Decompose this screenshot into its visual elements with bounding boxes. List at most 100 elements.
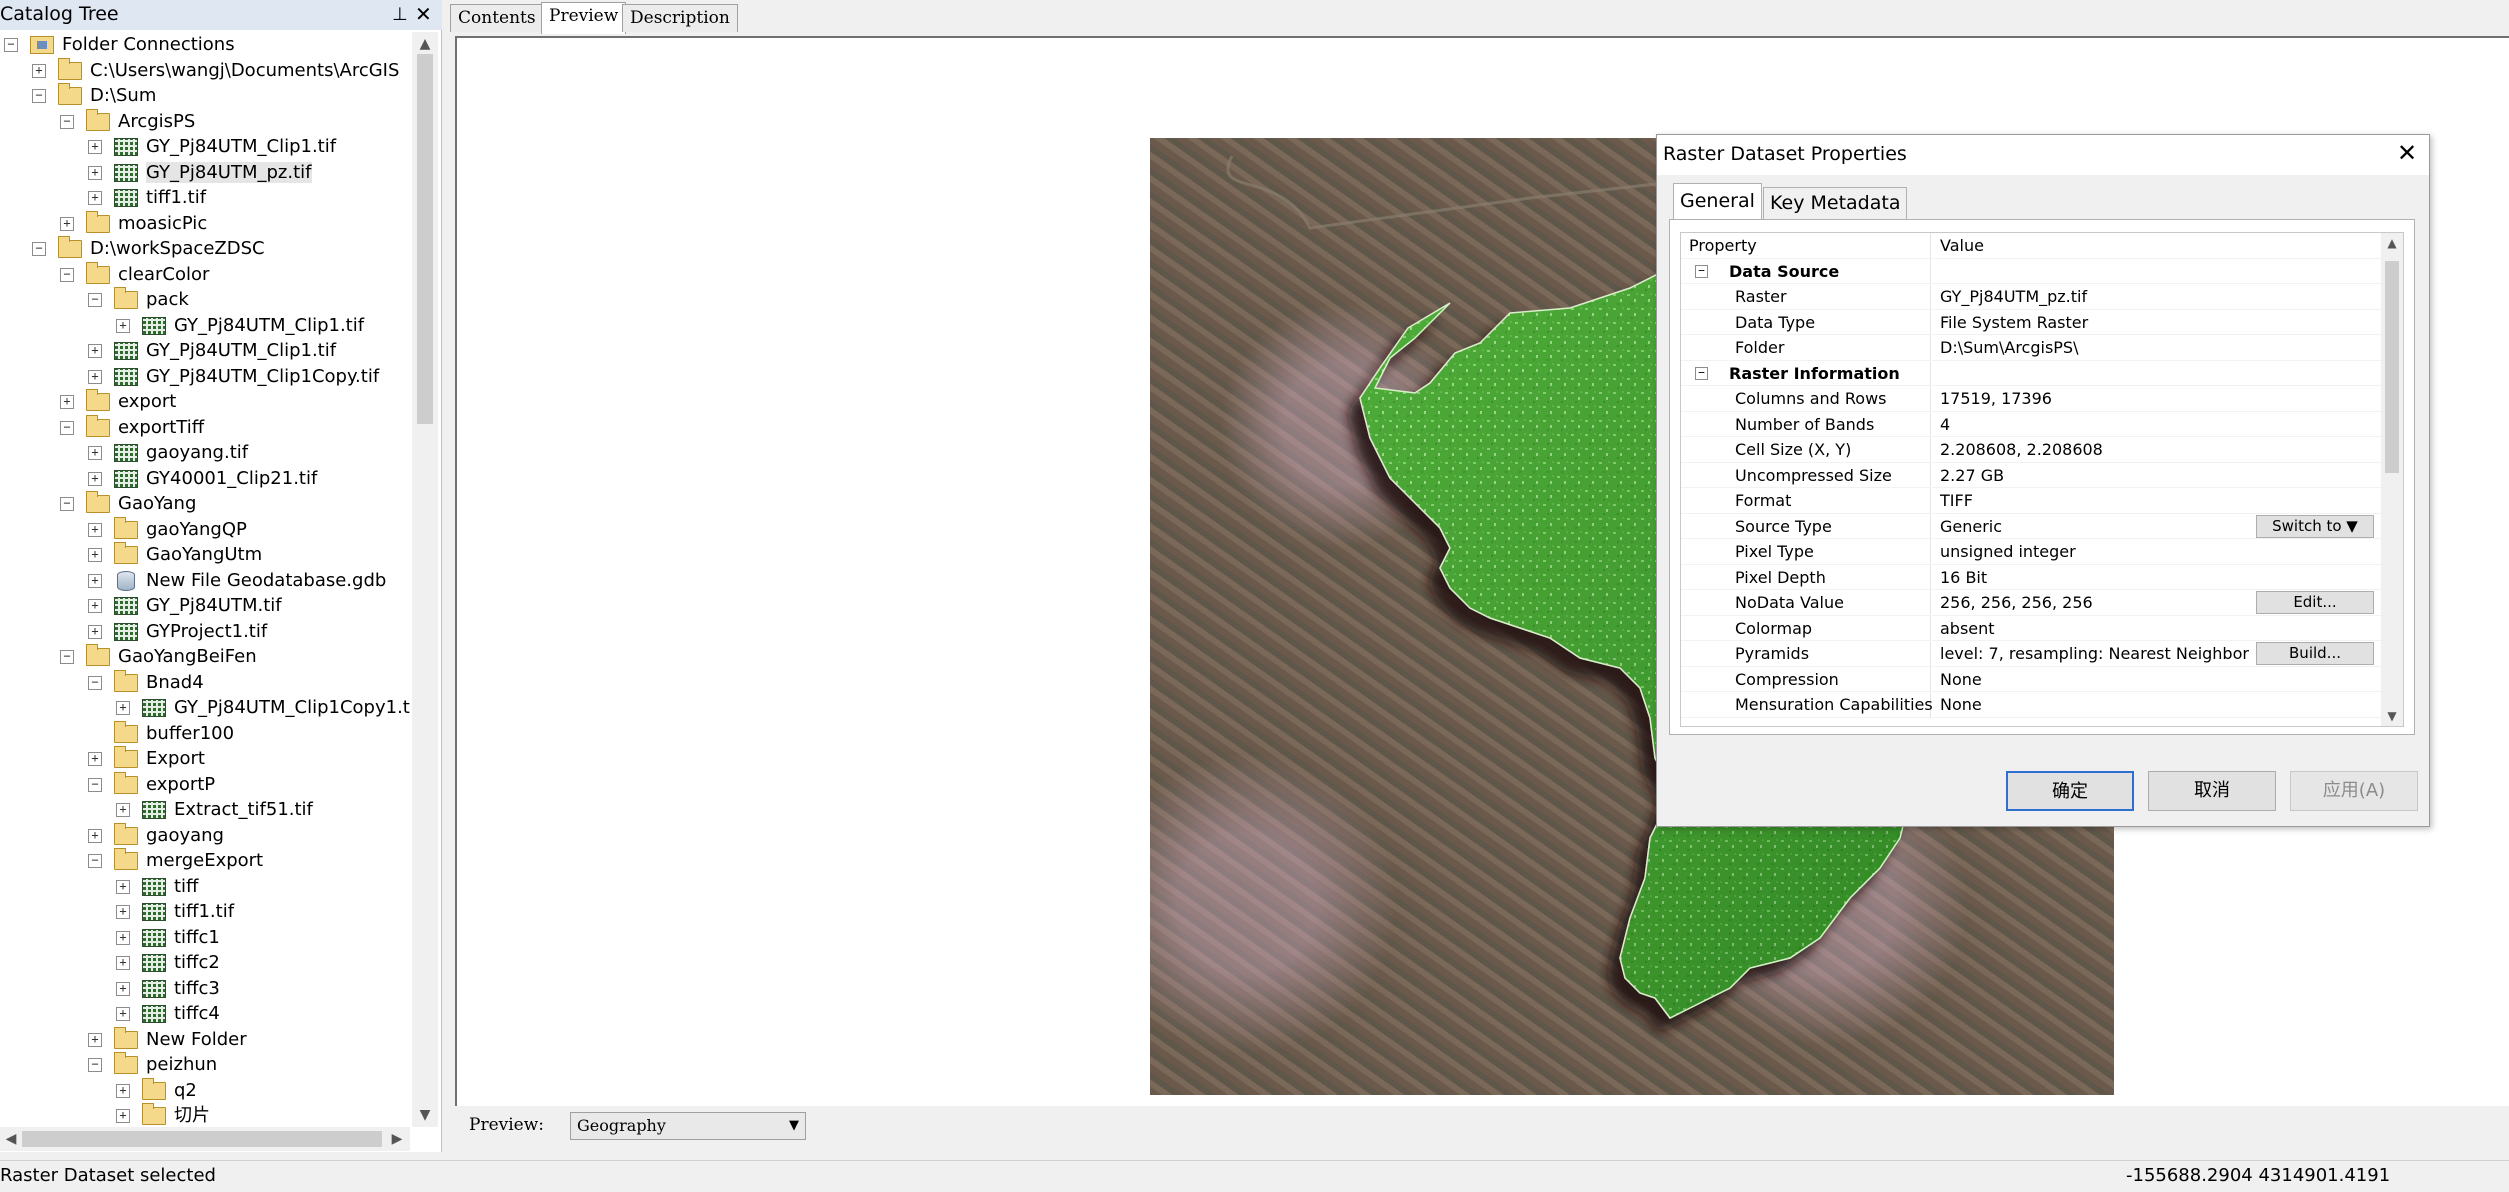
collapse-icon[interactable]: −: [88, 777, 102, 792]
tree-item[interactable]: + GaoYangUtm: [88, 542, 262, 568]
apply-button[interactable]: 应用(A): [2290, 771, 2418, 811]
expand-icon[interactable]: +: [116, 879, 130, 894]
expand-icon[interactable]: +: [88, 752, 102, 766]
grid-property-row[interactable]: Compression None: [1681, 666, 2381, 692]
tree-item[interactable]: − mergeExport: [88, 848, 263, 874]
tree-item[interactable]: − peizhun: [88, 1052, 217, 1078]
collapse-icon[interactable]: −: [88, 675, 102, 690]
tree-item[interactable]: − GaoYangBeiFen: [60, 644, 257, 670]
grid-category-row[interactable]: − Raster Information: [1681, 360, 2381, 386]
grid-property-row[interactable]: Cell Size (X, Y) 2.208608, 2.208608: [1681, 437, 2381, 463]
cancel-button[interactable]: 取消: [2148, 771, 2276, 811]
scrollbar-thumb[interactable]: [417, 54, 433, 424]
tree-item[interactable]: + GYProject1.tif: [88, 619, 267, 645]
grid-property-row[interactable]: Uncompressed Size 2.27 GB: [1681, 462, 2381, 488]
expand-icon[interactable]: +: [88, 548, 102, 562]
tree-item[interactable]: + Export: [88, 746, 205, 772]
tree-item[interactable]: − D:\Sum: [32, 83, 156, 109]
tab-contents[interactable]: Contents: [450, 4, 544, 32]
tree-item[interactable]: + tiff: [116, 874, 198, 900]
tree-item[interactable]: − Folder Connections: [4, 32, 235, 58]
grid-category-row[interactable]: − Data Source: [1681, 258, 2381, 284]
grid-property-row[interactable]: Source Type Generic Switch to ▼: [1681, 513, 2381, 539]
scroll-down-icon[interactable]: ▼: [2381, 706, 2403, 726]
collapse-icon[interactable]: −: [32, 242, 46, 256]
tab-preview[interactable]: Preview: [541, 2, 627, 34]
tree-item[interactable]: + New File Geodatabase.gdb: [88, 568, 386, 594]
tree-item[interactable]: + New Folder: [88, 1026, 247, 1053]
expand-icon[interactable]: +: [88, 446, 102, 460]
grid-property-row[interactable]: Folder D:\Sum\ArcgisPS\: [1681, 335, 2381, 361]
collapse-icon[interactable]: −: [60, 497, 74, 511]
dialog-title-bar[interactable]: Raster Dataset Properties ✕: [1657, 135, 2429, 175]
collapse-icon[interactable]: −: [60, 650, 74, 664]
collapse-icon[interactable]: −: [1695, 366, 1708, 380]
expand-icon[interactable]: +: [88, 165, 102, 180]
tree-item[interactable]: + gaoyang: [88, 822, 224, 849]
expand-icon[interactable]: +: [116, 956, 130, 970]
scroll-up-icon[interactable]: ▲: [412, 32, 438, 56]
grid-property-row[interactable]: Data Type File System Raster: [1681, 309, 2381, 335]
expand-icon[interactable]: +: [88, 140, 102, 154]
expand-icon[interactable]: +: [88, 471, 102, 486]
tree-item[interactable]: + tiff1.tif: [88, 185, 206, 211]
tree-item[interactable]: + tiffc3: [116, 976, 220, 1002]
grid-property-row[interactable]: Mensuration Capabilities None: [1681, 692, 2381, 718]
expand-icon[interactable]: +: [88, 624, 102, 639]
expand-icon[interactable]: +: [88, 344, 102, 358]
tree-item[interactable]: − D:\workSpaceZDSC: [32, 236, 265, 262]
tab-description[interactable]: Description: [622, 4, 738, 32]
grid-property-row[interactable]: Colormap absent: [1681, 615, 2381, 641]
scrollbar-thumb[interactable]: [22, 1131, 382, 1147]
edit-button[interactable]: Edit...: [2256, 591, 2374, 614]
expand-icon[interactable]: +: [60, 216, 74, 231]
tree-item[interactable]: − ArcgisPS: [60, 108, 195, 135]
collapse-icon[interactable]: −: [32, 89, 46, 103]
preview-mode-select[interactable]: Geography ▼: [570, 1112, 806, 1140]
scroll-down-icon[interactable]: ▼: [412, 1103, 438, 1127]
tree-item[interactable]: + GY40001_Clip21.tif: [88, 466, 317, 492]
tree-item[interactable]: + tiffc4: [116, 1001, 220, 1027]
expand-icon[interactable]: +: [88, 599, 102, 613]
tree-item[interactable]: − exportTiff: [60, 414, 204, 441]
expand-icon[interactable]: +: [116, 930, 130, 945]
tree-item[interactable]: + Extract_tif51.tif: [116, 797, 313, 823]
grid-property-row[interactable]: Pixel Type unsigned integer: [1681, 539, 2381, 565]
collapse-icon[interactable]: −: [88, 293, 102, 307]
grid-property-row[interactable]: Pixel Depth 16 Bit: [1681, 564, 2381, 590]
expand-icon[interactable]: +: [116, 981, 130, 996]
close-icon[interactable]: ✕: [2397, 139, 2417, 167]
tree-item[interactable]: + GY_Pj84UTM_Clip1.tif: [88, 134, 336, 160]
tree-item[interactable]: + tiffc2: [116, 950, 220, 976]
expand-icon[interactable]: +: [88, 828, 102, 843]
scrollbar-thumb[interactable]: [2385, 261, 2399, 473]
catalog-vertical-scrollbar[interactable]: ▲ ▼: [412, 32, 438, 1127]
tree-item[interactable]: + GY_Pj84UTM_Clip1Copy.tif: [88, 364, 379, 390]
switch-to-button[interactable]: Switch to ▼: [2256, 514, 2374, 538]
tree-item[interactable]: + GY_Pj84UTM_Clip1.tif: [116, 313, 364, 339]
tree-item[interactable]: + moasicPic: [60, 210, 207, 237]
tree-item[interactable]: + tiff1.tif: [116, 899, 234, 925]
tab-key-metadata[interactable]: Key Metadata: [1763, 187, 1908, 219]
tree-item[interactable]: + tiffc1: [116, 925, 220, 951]
tab-general[interactable]: General: [1673, 183, 1762, 219]
close-icon[interactable]: ✕: [415, 0, 432, 29]
build-button[interactable]: Build...: [2256, 642, 2374, 665]
catalog-horizontal-scrollbar[interactable]: ◀ ▶: [0, 1127, 410, 1151]
grid-vertical-scrollbar[interactable]: ▲ ▼: [2381, 233, 2403, 726]
expand-icon[interactable]: +: [116, 1109, 130, 1123]
expand-icon[interactable]: +: [116, 803, 130, 817]
expand-icon[interactable]: +: [32, 63, 46, 78]
expand-icon[interactable]: +: [88, 369, 102, 384]
expand-icon[interactable]: +: [88, 1032, 102, 1047]
collapse-icon[interactable]: −: [1695, 264, 1708, 278]
tree-item[interactable]: + export: [60, 389, 176, 415]
tree-item[interactable]: + gaoYangQP: [88, 516, 247, 543]
grid-property-row[interactable]: Format TIFF: [1681, 488, 2381, 514]
expand-icon[interactable]: +: [88, 573, 102, 588]
collapse-icon[interactable]: −: [88, 1058, 102, 1072]
ok-button[interactable]: 确定: [2006, 771, 2134, 811]
grid-property-row[interactable]: NoData Value 256, 256, 256, 256 Edit...: [1681, 590, 2381, 616]
tree-item[interactable]: + GY_Pj84UTM_Clip1Copy1.tif: [116, 695, 410, 721]
grid-property-row[interactable]: Columns and Rows 17519, 17396: [1681, 386, 2381, 412]
